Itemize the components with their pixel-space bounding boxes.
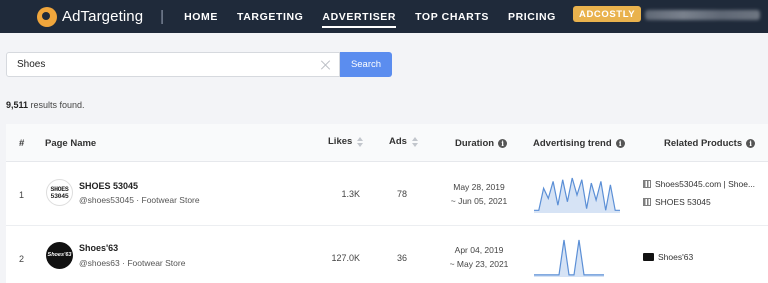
sort-icon[interactable] — [357, 136, 364, 147]
header-related-label: Related Products — [664, 138, 743, 149]
brand-thumb-icon — [643, 253, 654, 261]
header-page-name: Page Name — [45, 138, 97, 149]
results-count: 9,511 — [6, 100, 29, 110]
ads-value: 36 — [396, 253, 407, 263]
info-icon[interactable]: i — [615, 139, 625, 148]
advertising-trend-chart — [534, 239, 604, 277]
header-ads[interactable]: Ads — [389, 136, 418, 147]
nav-targeting[interactable]: TARGETING — [237, 0, 303, 33]
page-subtitle: @shoes63 · Footwear Store — [79, 258, 186, 268]
header-duration: Duration i — [455, 138, 508, 149]
trend-line — [534, 239, 604, 276]
row-index: 2 — [19, 254, 25, 264]
qr-icon — [643, 180, 651, 188]
header-duration-label: Duration — [455, 138, 495, 149]
table-header: # Page Name Likes Ads Duration i Adverti… — [6, 124, 768, 162]
table-row[interactable]: 1 SHOES 53045 SHOES 53045 @shoes53045 · … — [6, 162, 768, 226]
nav-divider: | — [160, 8, 165, 25]
related-product-link[interactable]: SHOES 53045 — [643, 197, 711, 207]
nav-advertiser[interactable]: ADVERTISER — [322, 0, 396, 33]
duration-end: ~ Jun 05, 2021 — [450, 196, 508, 206]
nav-menu: HOME TARGETING ADVERTISER TOP CHARTS PRI… — [184, 0, 575, 33]
ads-value: 78 — [396, 189, 407, 199]
search-input[interactable]: Shoes — [6, 52, 340, 77]
related-product-link[interactable]: Shoes53045.com | Shoe... — [643, 179, 755, 189]
duration: Apr 04, 2019 ~ May 23, 2021 — [439, 243, 519, 271]
header-advertising-trend: Advertising trend i — [533, 138, 625, 149]
header-trend-label: Advertising trend — [533, 138, 612, 149]
duration-start: Apr 04, 2019 — [454, 245, 504, 255]
nav-top-charts[interactable]: TOP CHARTS — [415, 0, 489, 33]
top-navigation: AdTargeting | HOME TARGETING ADVERTISER … — [0, 0, 768, 33]
avatar[interactable]: SHOES 53045 — [46, 179, 73, 206]
results-summary: 9,511 results found. — [6, 100, 85, 110]
likes-value: 1.3K — [341, 189, 360, 199]
related-product-label: Shoes53045.com | Shoe... — [655, 179, 756, 189]
adcostly-badge[interactable]: ADCOSTLY — [573, 6, 642, 22]
advertising-trend-chart — [534, 177, 620, 213]
header-related-products: Related Products i — [664, 138, 756, 149]
related-product-link[interactable]: Shoes'63 — [643, 252, 693, 262]
likes-value: 127.0K — [331, 253, 360, 263]
brand-logo[interactable]: AdTargeting — [37, 6, 144, 27]
nav-home[interactable]: HOME — [184, 0, 218, 33]
page-subtitle: @shoes53045 · Footwear Store — [79, 195, 200, 205]
header-likes[interactable]: Likes — [328, 136, 364, 147]
search-query[interactable]: Shoes — [17, 59, 319, 70]
table-row[interactable]: 2 Shoes'63 Shoes'63 @shoes63 · Footwear … — [6, 226, 768, 283]
page-title-link[interactable]: SHOES 53045 — [79, 181, 138, 191]
clear-icon[interactable] — [319, 58, 333, 72]
related-product-label: SHOES 53045 — [655, 197, 711, 207]
advertiser-table: # Page Name Likes Ads Duration i Adverti… — [6, 124, 768, 283]
info-icon[interactable]: i — [746, 139, 756, 148]
related-product-label: Shoes'63 — [658, 252, 694, 262]
header-ads-label: Ads — [389, 136, 407, 147]
duration-start: May 28, 2019 — [453, 182, 505, 192]
nav-pricing[interactable]: PRICING — [508, 0, 556, 33]
avatar[interactable]: Shoes'63 — [46, 242, 73, 269]
row-index: 1 — [19, 190, 25, 200]
user-account-blurred[interactable] — [645, 10, 760, 20]
info-icon[interactable]: i — [498, 139, 508, 148]
qr-icon — [643, 198, 651, 206]
duration-end: ~ May 23, 2021 — [449, 259, 509, 269]
page-title-link[interactable]: Shoes'63 — [79, 243, 118, 253]
logo-icon — [37, 6, 57, 27]
duration: May 28, 2019 ~ Jun 05, 2021 — [439, 180, 519, 208]
search-button[interactable]: Search — [340, 52, 392, 77]
results-label: results found. — [28, 100, 85, 110]
sort-icon[interactable] — [411, 136, 418, 147]
header-index: # — [19, 138, 25, 149]
header-likes-label: Likes — [328, 136, 353, 147]
brand-name: AdTargeting — [62, 8, 144, 25]
